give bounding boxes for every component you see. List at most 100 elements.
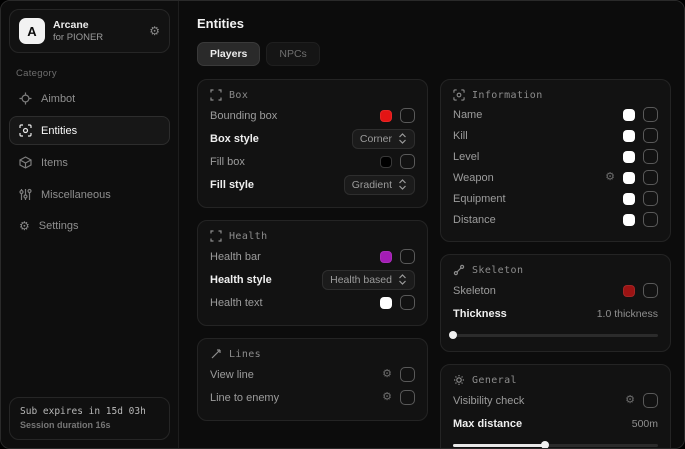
sidebar: A Arcane for PIONER ⚙ Category Aimbot (1, 1, 179, 448)
sidebar-item-items[interactable]: Items (9, 148, 170, 177)
color-swatch[interactable] (623, 285, 635, 297)
slider-handle[interactable] (541, 441, 549, 448)
setting-row-kill: Kill (453, 125, 658, 146)
setting-row-weapon: Weapon ⚙ (453, 167, 658, 188)
gear-icon[interactable]: ⚙ (625, 395, 635, 406)
checkbox[interactable] (643, 283, 658, 298)
settings-sun-icon (453, 374, 465, 386)
checkbox[interactable] (400, 154, 415, 169)
sidebar-item-settings[interactable]: ⚙ Settings (9, 212, 170, 240)
setting-row-fill-style: Fill style Gradient (210, 173, 415, 196)
panel-title: Lines (229, 349, 261, 360)
panel-title: General (472, 375, 517, 386)
color-swatch[interactable] (623, 214, 635, 226)
sidebar-item-label: Entities (41, 125, 77, 137)
setting-row-view-line: View line ⚙ (210, 363, 415, 386)
page-title: Entities (197, 16, 671, 31)
gear-icon[interactable]: ⚙ (149, 25, 160, 37)
brand-text: Arcane for PIONER (53, 19, 141, 44)
setting-row-name: Name (453, 104, 658, 125)
thickness-slider[interactable] (453, 330, 658, 340)
setting-row-fill-box: Fill box (210, 150, 415, 173)
sidebar-item-entities[interactable]: Entities (9, 116, 170, 145)
main-content: Entities Players NPCs Box (179, 1, 684, 448)
checkbox[interactable] (400, 249, 415, 264)
sidebar-item-label: Aimbot (41, 93, 75, 105)
color-swatch[interactable] (380, 156, 392, 168)
color-swatch[interactable] (380, 110, 392, 122)
gear-icon[interactable]: ⚙ (382, 392, 392, 403)
tab-bar: Players NPCs (197, 42, 671, 66)
checkbox[interactable] (400, 367, 415, 382)
color-swatch[interactable] (623, 151, 635, 163)
checkbox[interactable] (643, 149, 658, 164)
setting-row-health-bar: Health bar (210, 245, 415, 268)
checkbox[interactable] (400, 295, 415, 310)
panel-general: General Visibility check ⚙ Max distance … (440, 364, 671, 448)
max-distance-slider[interactable] (453, 440, 658, 448)
checkbox[interactable] (643, 107, 658, 122)
category-label: Category (16, 68, 178, 79)
tab-npcs[interactable]: NPCs (266, 42, 319, 66)
unfold-icon (398, 274, 407, 285)
sidebar-item-label: Settings (39, 220, 79, 232)
fill-style-dropdown[interactable]: Gradient (344, 175, 415, 195)
sliders-icon (19, 188, 32, 201)
setting-row-skeleton: Skeleton (453, 279, 658, 302)
setting-row-health-text: Health text (210, 291, 415, 314)
color-swatch[interactable] (623, 193, 635, 205)
color-swatch[interactable] (623, 130, 635, 142)
sidebar-item-aimbot[interactable]: Aimbot (9, 84, 170, 113)
unfold-icon (398, 133, 407, 144)
session-duration-text: Session duration 16s (20, 420, 159, 430)
panel-title: Skeleton (472, 265, 523, 276)
checkbox[interactable] (643, 191, 658, 206)
box-style-dropdown[interactable]: Corner (352, 129, 415, 149)
corner-brackets-icon (210, 230, 222, 242)
gear-icon[interactable]: ⚙ (605, 172, 615, 183)
brand-card: A Arcane for PIONER ⚙ (9, 9, 170, 53)
panel-lines: Lines View line ⚙ Line to enemy ⚙ (197, 338, 428, 421)
panel-title: Health (229, 231, 268, 242)
scan-eye-icon (453, 89, 465, 101)
color-swatch[interactable] (380, 251, 392, 263)
setting-row-box-style: Box style Corner (210, 127, 415, 150)
slider-handle[interactable] (449, 331, 457, 339)
crosshair-icon (19, 92, 32, 105)
color-swatch[interactable] (623, 172, 635, 184)
app-logo: A (19, 18, 45, 44)
setting-row-level: Level (453, 146, 658, 167)
checkbox[interactable] (643, 393, 658, 408)
checkbox[interactable] (643, 170, 658, 185)
panel-health: Health Health bar Health style Health ba… (197, 220, 428, 326)
sidebar-item-miscellaneous[interactable]: Miscellaneous (9, 180, 170, 209)
setting-row-equipment: Equipment (453, 188, 658, 209)
setting-row-health-style: Health style Health based (210, 268, 415, 291)
diagonal-line-icon (210, 348, 222, 360)
checkbox[interactable] (643, 212, 658, 227)
setting-row-distance: Distance (453, 209, 658, 230)
checkbox[interactable] (643, 128, 658, 143)
corner-brackets-icon (210, 89, 222, 101)
setting-row-thickness: Thickness 1.0 thickness (453, 302, 658, 325)
setting-row-max-distance: Max distance 500m (453, 412, 658, 435)
sidebar-nav: Aimbot Entities Items (1, 84, 178, 240)
tab-players[interactable]: Players (197, 42, 260, 66)
color-swatch[interactable] (380, 297, 392, 309)
sidebar-item-label: Miscellaneous (41, 189, 111, 201)
setting-row-visibility-check: Visibility check ⚙ (453, 389, 658, 412)
setting-row-line-to-enemy: Line to enemy ⚙ (210, 386, 415, 409)
panel-box: Box Bounding box Box style Corner (197, 79, 428, 208)
unfold-icon (398, 179, 407, 190)
panel-information: Information Name Kill (440, 79, 671, 242)
setting-row-bounding-box: Bounding box (210, 104, 415, 127)
sidebar-item-label: Items (41, 157, 68, 169)
checkbox[interactable] (400, 390, 415, 405)
color-swatch[interactable] (623, 109, 635, 121)
panel-title: Box (229, 90, 248, 101)
health-style-dropdown[interactable]: Health based (322, 270, 415, 290)
checkbox[interactable] (400, 108, 415, 123)
radar-icon (19, 124, 32, 137)
max-distance-value: 500m (632, 418, 658, 430)
gear-icon[interactable]: ⚙ (382, 369, 392, 380)
